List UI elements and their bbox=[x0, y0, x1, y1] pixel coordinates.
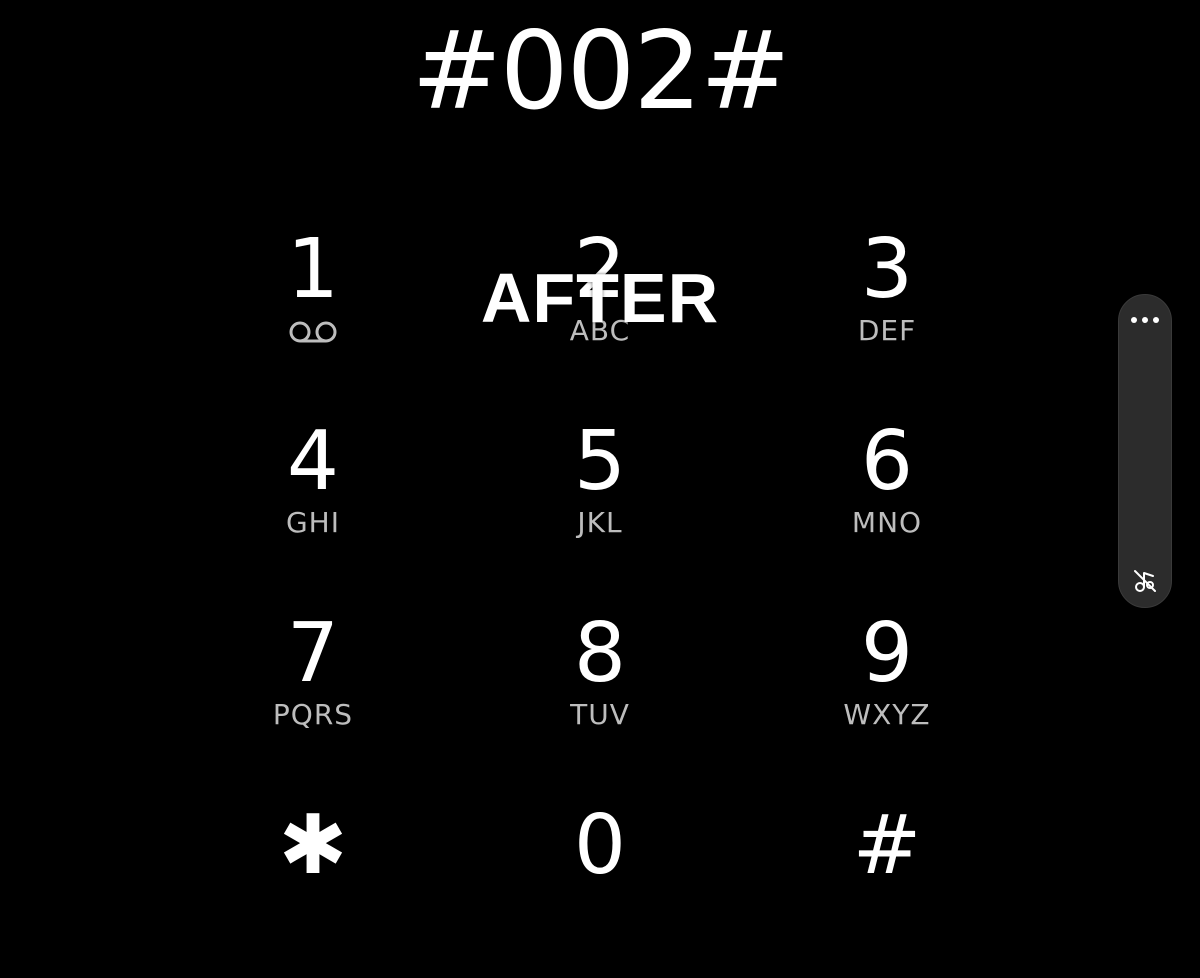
mute-music-icon[interactable] bbox=[1131, 567, 1159, 595]
key-digit: 8 bbox=[573, 606, 627, 701]
more-icon[interactable] bbox=[1119, 305, 1171, 335]
key-digit: 7 bbox=[286, 606, 340, 701]
key-letters: GHI bbox=[285, 506, 340, 539]
key-digit: 4 bbox=[286, 414, 340, 509]
key-letters: TUV bbox=[570, 698, 630, 731]
key-6[interactable]: 6 MNO bbox=[767, 414, 1007, 594]
key-0[interactable]: 0 bbox=[480, 798, 720, 978]
key-8[interactable]: 8 TUV bbox=[480, 606, 720, 786]
key-7[interactable]: 7 PQRS bbox=[193, 606, 433, 786]
after-caption: AFTER bbox=[480, 259, 720, 337]
key-letters: WXYZ bbox=[843, 698, 931, 731]
key-digit: 0 bbox=[573, 798, 627, 893]
key-hash[interactable]: # bbox=[767, 798, 1007, 978]
key-letters: PQRS bbox=[272, 698, 354, 731]
key-4[interactable]: 4 GHI bbox=[193, 414, 433, 594]
voicemail-icon bbox=[289, 321, 337, 343]
key-9[interactable]: 9 WXYZ bbox=[767, 606, 1007, 786]
key-digit: 1 bbox=[286, 222, 340, 317]
key-star[interactable]: ✱ bbox=[193, 798, 433, 978]
key-letters: MNO bbox=[851, 506, 923, 539]
key-letters: DEF bbox=[857, 314, 917, 347]
key-letters: JKL bbox=[577, 506, 623, 539]
key-digit: ✱ bbox=[278, 798, 348, 893]
key-digit: 5 bbox=[573, 414, 627, 509]
key-digit: # bbox=[852, 798, 922, 893]
key-digit: 3 bbox=[860, 222, 914, 317]
key-1[interactable]: 1 bbox=[193, 222, 433, 402]
key-3[interactable]: 3 DEF bbox=[767, 222, 1007, 402]
dialed-number: #002# bbox=[411, 9, 790, 134]
key-digit: 9 bbox=[860, 606, 914, 701]
key-digit: 6 bbox=[860, 414, 914, 509]
key-5[interactable]: 5 JKL bbox=[480, 414, 720, 594]
floating-side-panel[interactable] bbox=[1118, 294, 1172, 608]
